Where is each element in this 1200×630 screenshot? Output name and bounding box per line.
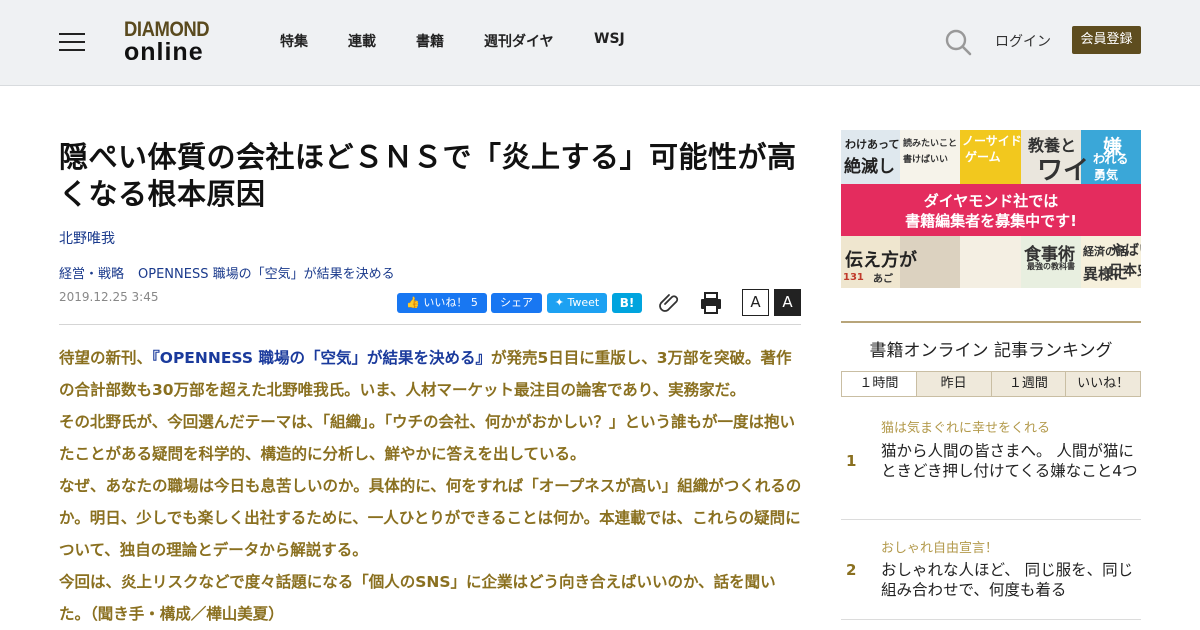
ranking-category[interactable]: おしゃれ自由宣言！ bbox=[881, 537, 998, 556]
tweet-label: Tweet bbox=[567, 296, 600, 309]
ranking-top-rule bbox=[841, 321, 1141, 323]
banner-tile-text: われる bbox=[1093, 152, 1129, 166]
ranking-tabs: １時間 昨日 １週間 いいね！ bbox=[841, 371, 1141, 397]
recruitment-banner[interactable]: 嫌 われる 勇気 教養と ワイ ノーサイド ゲーム 読みたいこと 書けばいい 絶… bbox=[841, 130, 1141, 288]
search-icon[interactable] bbox=[944, 28, 972, 56]
nav-item-wsj[interactable]: WSJ bbox=[594, 31, 625, 47]
book-title-link[interactable]: 『OPENNESS 職場の「空気」が結果を決める』 bbox=[152, 349, 491, 367]
lead-paragraph-4: 今回は、炎上リスクなどで度々話題になる「個人のSNS」に企業はどう向き合えばいい… bbox=[59, 573, 776, 623]
print-icon[interactable] bbox=[699, 291, 723, 315]
font-size-small-button[interactable]: A bbox=[742, 289, 769, 316]
banner-tile-text: 勇気 bbox=[1094, 168, 1119, 182]
category-link-series[interactable]: OPENNESS 職場の「空気」が結果を決める bbox=[138, 267, 395, 282]
article-title: 隠ぺい体質の会社ほどＳＮＳで「炎上する」可能性が高くなる根本原因 bbox=[59, 140, 797, 211]
banner-tile-text: わけあって bbox=[845, 138, 900, 151]
facebook-like-button[interactable]: 👍 いいね！ 5 bbox=[397, 293, 487, 313]
banner-book-cover bbox=[960, 236, 1021, 288]
article-lead: 待望の新刊、『OPENNESS 職場の「空気」が結果を決める』が発売5日目に重版… bbox=[59, 342, 804, 630]
ranking-item[interactable]: 1 猫は気まぐれに幸せをくれる 猫から人間の皆さまへ。 人間が猫にときどき押し付… bbox=[841, 410, 1141, 520]
banner-tile-text: 伝え方が bbox=[845, 250, 917, 271]
banner-tile-text: 日本史 bbox=[1109, 263, 1141, 279]
banner-tile-text: やばい bbox=[1111, 243, 1141, 259]
ranking-article-title[interactable]: 猫から人間の皆さまへ。 人間が猫にときどき押し付けてくる嫌なこと4つ bbox=[881, 441, 1143, 481]
ranking-article-title[interactable]: おしゃれな人ほど、 同じ服を、同じ組み合わせで、何度も着る bbox=[881, 560, 1143, 600]
banner-headline-2: 書籍編集者を募集中です! bbox=[905, 212, 1077, 230]
hamburger-menu-icon[interactable] bbox=[59, 31, 85, 53]
font-size-large-button[interactable]: A bbox=[774, 289, 801, 316]
nav-item-weekly[interactable]: 週刊ダイヤ bbox=[484, 31, 554, 51]
ranking-number: 1 bbox=[846, 452, 857, 470]
ranking-item[interactable]: 2 おしゃれ自由宣言！ おしゃれな人ほど、 同じ服を、同じ組み合わせで、何度も着… bbox=[841, 520, 1141, 620]
facebook-like-label: いいね！ 5 bbox=[423, 296, 478, 309]
lead-text: 待望の新刊、 bbox=[59, 349, 153, 367]
twitter-tweet-button[interactable]: ✦ Tweet bbox=[547, 293, 607, 313]
banner-tile-text: あご bbox=[873, 274, 893, 285]
banner-tile-text: ワイ bbox=[1037, 156, 1090, 186]
site-header: DIAMOND online 特集 連載 書籍 週刊ダイヤ WSJ ログイン 会… bbox=[0, 0, 1200, 86]
tab-1week[interactable]: １週間 bbox=[990, 372, 1066, 396]
facebook-share-button[interactable]: シェア bbox=[491, 293, 542, 313]
publish-date: 2019.12.25 3:45 bbox=[59, 290, 159, 304]
banner-tile-text: 読みたいこと bbox=[903, 139, 958, 149]
tab-likes[interactable]: いいね！ bbox=[1065, 372, 1140, 396]
ranking-title: 書籍オンライン 記事ランキング bbox=[869, 341, 1113, 361]
banner-tile-text: 最強の教科書 bbox=[1027, 262, 1075, 271]
category-link-management[interactable]: 経営・戦略 bbox=[59, 267, 124, 282]
ranking-number: 2 bbox=[846, 561, 857, 579]
hatena-bookmark-button[interactable]: B! bbox=[612, 293, 642, 313]
twitter-bird-icon: ✦ bbox=[554, 296, 564, 309]
nav-item-series[interactable]: 連載 bbox=[348, 31, 376, 51]
register-button[interactable]: 会員登録 bbox=[1072, 26, 1141, 54]
tab-1hour[interactable]: １時間 bbox=[842, 372, 916, 396]
banner-tile-text: 131 bbox=[843, 272, 864, 283]
author-link[interactable]: 北野唯我 bbox=[59, 228, 115, 248]
logo-line2: online bbox=[124, 38, 204, 66]
tab-yesterday[interactable]: 昨日 bbox=[915, 372, 991, 396]
nav-item-books[interactable]: 書籍 bbox=[416, 31, 444, 51]
lead-paragraph-1: 待望の新刊、『OPENNESS 職場の「空気」が結果を決める』が発売5日目に重版… bbox=[59, 342, 804, 406]
category-list: 経営・戦略 OPENNESS 職場の「空気」が結果を決める bbox=[59, 263, 395, 282]
site-logo[interactable]: DIAMOND online bbox=[124, 18, 228, 66]
lead-paragraph-3: なぜ、あなたの職場は今日も息苦しいのか。具体的に、何をすれば「オープネスが高い」… bbox=[59, 477, 802, 559]
nav-item-feature[interactable]: 特集 bbox=[280, 31, 308, 51]
ranking-category[interactable]: 猫は気まぐれに幸せをくれる bbox=[881, 417, 1050, 436]
banner-tile-text: 書けばいい bbox=[903, 155, 949, 165]
paperclip-icon[interactable] bbox=[658, 291, 682, 315]
banner-tile-text: ゲーム bbox=[965, 150, 1001, 164]
banner-headline-1: ダイヤモンド社では bbox=[923, 192, 1059, 210]
article-divider bbox=[59, 324, 801, 325]
banner-tile-text: 絶滅し bbox=[844, 157, 895, 177]
thumbs-up-icon: 👍 bbox=[406, 296, 420, 309]
login-link[interactable]: ログイン bbox=[995, 31, 1051, 51]
lead-paragraph-2: その北野氏が、今回選んだテーマは、「組織」。「ウチの会社、何かがおかしい？」とい… bbox=[59, 413, 795, 463]
banner-tile-text: ノーサイド bbox=[962, 134, 1022, 148]
